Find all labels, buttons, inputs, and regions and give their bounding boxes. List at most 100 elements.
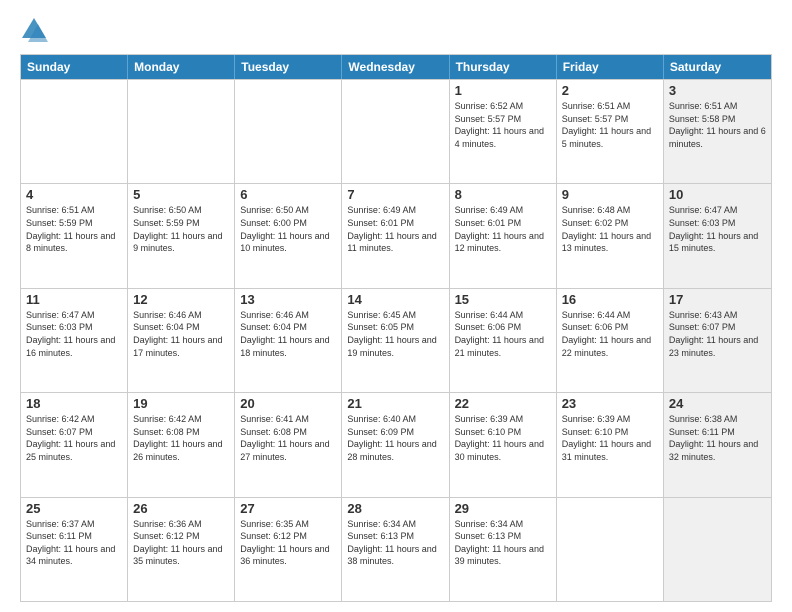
day-number: 28 [347,501,443,516]
day-number: 12 [133,292,229,307]
cal-cell-29: 29 Sunrise: 6:34 AM Sunset: 6:13 PM Dayli… [450,498,557,601]
cal-cell-3: 3 Sunrise: 6:51 AM Sunset: 5:58 PM Daylig… [664,80,771,183]
day-info: Sunrise: 6:51 AM Sunset: 5:58 PM Dayligh… [669,100,766,150]
day-number: 13 [240,292,336,307]
day-number: 17 [669,292,766,307]
day-info: Sunrise: 6:40 AM Sunset: 6:09 PM Dayligh… [347,413,443,463]
day-number: 22 [455,396,551,411]
cal-cell-20: 20 Sunrise: 6:41 AM Sunset: 6:08 PM Dayli… [235,393,342,496]
week-row-2: 11Sunrise: 6:47 AM Sunset: 6:03 PM Dayli… [21,288,771,392]
day-info: Sunrise: 6:35 AM Sunset: 6:12 PM Dayligh… [240,518,336,568]
day-info: Sunrise: 6:49 AM Sunset: 6:01 PM Dayligh… [347,204,443,254]
day-info: Sunrise: 6:39 AM Sunset: 6:10 PM Dayligh… [562,413,658,463]
cal-cell-7: 7 Sunrise: 6:49 AM Sunset: 6:01 PM Daylig… [342,184,449,287]
calendar-body: 1 Sunrise: 6:52 AM Sunset: 5:57 PM Daylig… [21,79,771,601]
day-number: 7 [347,187,443,202]
day-info: Sunrise: 6:48 AM Sunset: 6:02 PM Dayligh… [562,204,658,254]
week-row-3: 18Sunrise: 6:42 AM Sunset: 6:07 PM Dayli… [21,392,771,496]
day-number: 21 [347,396,443,411]
cal-cell-1: 1 Sunrise: 6:52 AM Sunset: 5:57 PM Daylig… [450,80,557,183]
day-info: Sunrise: 6:47 AM Sunset: 6:03 PM Dayligh… [669,204,766,254]
header-cell-friday: Friday [557,55,664,79]
day-number: 1 [455,83,551,98]
day-number: 27 [240,501,336,516]
day-number: 23 [562,396,658,411]
header-cell-thursday: Thursday [450,55,557,79]
day-number: 14 [347,292,443,307]
day-number: 4 [26,187,122,202]
cal-cell-18: 18Sunrise: 6:42 AM Sunset: 6:07 PM Dayli… [21,393,128,496]
cal-cell-22: 22 Sunrise: 6:39 AM Sunset: 6:10 PM Dayli… [450,393,557,496]
week-row-0: 1 Sunrise: 6:52 AM Sunset: 5:57 PM Daylig… [21,79,771,183]
cal-cell-8: 8 Sunrise: 6:49 AM Sunset: 6:01 PM Daylig… [450,184,557,287]
cal-cell-28: 28 Sunrise: 6:34 AM Sunset: 6:13 PM Dayli… [342,498,449,601]
header-cell-saturday: Saturday [664,55,771,79]
day-info: Sunrise: 6:51 AM Sunset: 5:59 PM Dayligh… [26,204,122,254]
header-cell-sunday: Sunday [21,55,128,79]
cal-cell-6: 6 Sunrise: 6:50 AM Sunset: 6:00 PM Daylig… [235,184,342,287]
cal-cell-2: 2 Sunrise: 6:51 AM Sunset: 5:57 PM Daylig… [557,80,664,183]
day-number: 8 [455,187,551,202]
day-number: 24 [669,396,766,411]
header-cell-monday: Monday [128,55,235,79]
cal-cell-19: 19 Sunrise: 6:42 AM Sunset: 6:08 PM Dayli… [128,393,235,496]
day-number: 26 [133,501,229,516]
day-info: Sunrise: 6:36 AM Sunset: 6:12 PM Dayligh… [133,518,229,568]
cal-cell-12: 12 Sunrise: 6:46 AM Sunset: 6:04 PM Dayli… [128,289,235,392]
cal-cell-16: 16Sunrise: 6:44 AM Sunset: 6:06 PM Dayli… [557,289,664,392]
day-info: Sunrise: 6:38 AM Sunset: 6:11 PM Dayligh… [669,413,766,463]
day-info: Sunrise: 6:42 AM Sunset: 6:07 PM Dayligh… [26,413,122,463]
day-number: 19 [133,396,229,411]
cal-cell-empty-0-3 [342,80,449,183]
cal-cell-21: 21 Sunrise: 6:40 AM Sunset: 6:09 PM Dayli… [342,393,449,496]
day-number: 29 [455,501,551,516]
cal-cell-14: 14 Sunrise: 6:45 AM Sunset: 6:05 PM Dayli… [342,289,449,392]
day-info: Sunrise: 6:47 AM Sunset: 6:03 PM Dayligh… [26,309,122,359]
day-number: 2 [562,83,658,98]
day-info: Sunrise: 6:41 AM Sunset: 6:08 PM Dayligh… [240,413,336,463]
week-row-4: 25 Sunrise: 6:37 AM Sunset: 6:11 PM Dayli… [21,497,771,601]
header-cell-tuesday: Tuesday [235,55,342,79]
cal-cell-9: 9 Sunrise: 6:48 AM Sunset: 6:02 PM Daylig… [557,184,664,287]
day-number: 3 [669,83,766,98]
day-info: Sunrise: 6:44 AM Sunset: 6:06 PM Dayligh… [455,309,551,359]
day-info: Sunrise: 6:52 AM Sunset: 5:57 PM Dayligh… [455,100,551,150]
cal-cell-11: 11Sunrise: 6:47 AM Sunset: 6:03 PM Dayli… [21,289,128,392]
page: SundayMondayTuesdayWednesdayThursdayFrid… [0,0,792,612]
cal-cell-empty-0-0 [21,80,128,183]
day-number: 6 [240,187,336,202]
day-info: Sunrise: 6:43 AM Sunset: 6:07 PM Dayligh… [669,309,766,359]
day-number: 16 [562,292,658,307]
calendar-header-row: SundayMondayTuesdayWednesdayThursdayFrid… [21,55,771,79]
day-number: 9 [562,187,658,202]
week-row-1: 4 Sunrise: 6:51 AM Sunset: 5:59 PM Daylig… [21,183,771,287]
cal-cell-empty-4-5 [557,498,664,601]
day-number: 15 [455,292,551,307]
day-info: Sunrise: 6:37 AM Sunset: 6:11 PM Dayligh… [26,518,122,568]
logo [20,16,52,44]
day-number: 20 [240,396,336,411]
day-info: Sunrise: 6:46 AM Sunset: 6:04 PM Dayligh… [240,309,336,359]
day-number: 10 [669,187,766,202]
day-info: Sunrise: 6:51 AM Sunset: 5:57 PM Dayligh… [562,100,658,150]
cal-cell-empty-0-1 [128,80,235,183]
cal-cell-5: 5Sunrise: 6:50 AM Sunset: 5:59 PM Daylig… [128,184,235,287]
day-info: Sunrise: 6:34 AM Sunset: 6:13 PM Dayligh… [347,518,443,568]
day-number: 25 [26,501,122,516]
day-info: Sunrise: 6:50 AM Sunset: 6:00 PM Dayligh… [240,204,336,254]
cal-cell-25: 25 Sunrise: 6:37 AM Sunset: 6:11 PM Dayli… [21,498,128,601]
day-info: Sunrise: 6:49 AM Sunset: 6:01 PM Dayligh… [455,204,551,254]
cal-cell-empty-4-6 [664,498,771,601]
day-number: 5 [133,187,229,202]
day-info: Sunrise: 6:46 AM Sunset: 6:04 PM Dayligh… [133,309,229,359]
cal-cell-4: 4 Sunrise: 6:51 AM Sunset: 5:59 PM Daylig… [21,184,128,287]
day-info: Sunrise: 6:42 AM Sunset: 6:08 PM Dayligh… [133,413,229,463]
cal-cell-23: 23 Sunrise: 6:39 AM Sunset: 6:10 PM Dayli… [557,393,664,496]
header-cell-wednesday: Wednesday [342,55,449,79]
day-info: Sunrise: 6:39 AM Sunset: 6:10 PM Dayligh… [455,413,551,463]
day-info: Sunrise: 6:45 AM Sunset: 6:05 PM Dayligh… [347,309,443,359]
day-info: Sunrise: 6:34 AM Sunset: 6:13 PM Dayligh… [455,518,551,568]
cal-cell-13: 13 Sunrise: 6:46 AM Sunset: 6:04 PM Dayli… [235,289,342,392]
cal-cell-15: 15 Sunrise: 6:44 AM Sunset: 6:06 PM Dayli… [450,289,557,392]
cal-cell-17: 17 Sunrise: 6:43 AM Sunset: 6:07 PM Dayli… [664,289,771,392]
